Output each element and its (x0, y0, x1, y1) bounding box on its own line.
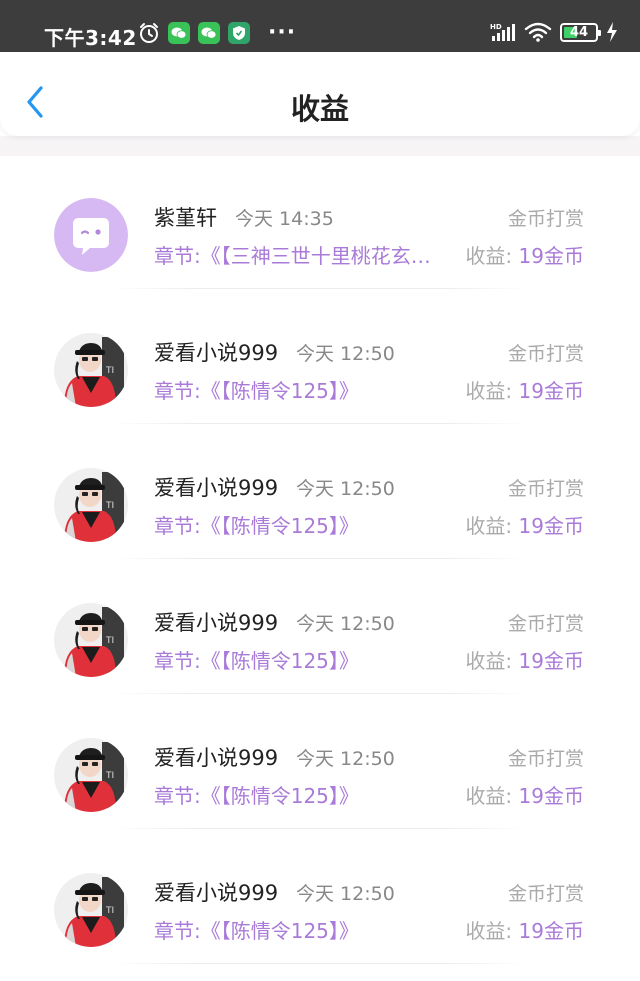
wechat-icon (198, 22, 220, 44)
network-label: HD (490, 23, 502, 31)
list-item[interactable]: TI 爱看小说999 今天 12:50 金币打赏章节:《【陈情令125】》 收益: 1… (0, 291, 640, 426)
battery-level: 44 (569, 24, 589, 40)
earnings-list: 紫堇轩 今天 14:35 金币打赏 章节:《【三神三世十里桃花玄… 收益: 19金币 T… (0, 156, 640, 966)
earnings-value: 19金币 (518, 514, 584, 538)
record-time: 今天 12:50 (296, 883, 395, 905)
earnings-value: 19金币 (518, 919, 584, 943)
status-bar: 下午3:42 ··· HD 44 (0, 0, 640, 52)
earnings-value: 19金币 (518, 649, 584, 673)
avatar[interactable]: TI (54, 603, 128, 677)
svg-text:TI: TI (105, 636, 114, 646)
user-name: 紫堇轩 (154, 206, 217, 230)
chapter-link[interactable]: 章节:《【陈情令125】》 (154, 510, 359, 539)
list-item[interactable]: TI 爱看小说999 今天 12:50 金币打赏章节:《【陈情令125】》 收益: 1… (0, 831, 640, 966)
user-name: 爱看小说999 (154, 881, 279, 905)
list-item[interactable]: TI 爱看小说999 今天 12:50 金币打赏章节:《【陈情令125】》 收益: 1… (0, 696, 640, 831)
earnings-amount: 收益: 19金币 (465, 510, 584, 539)
earnings-label: 收益: (465, 244, 519, 268)
row-divider (110, 288, 530, 289)
user-name: 爱看小说999 (154, 341, 279, 365)
svg-text:TI: TI (105, 366, 114, 376)
reward-type: 金币打赏 (507, 343, 584, 365)
earnings-amount: 收益: 19金币 (465, 780, 584, 809)
chapter-link[interactable]: 章节:《【陈情令125】》 (154, 645, 359, 674)
row-divider (110, 963, 530, 964)
row-divider (110, 693, 530, 694)
record-time: 今天 12:50 (296, 478, 395, 500)
user-name: 爱看小说999 (154, 611, 279, 635)
avatar[interactable]: TI (54, 873, 128, 947)
svg-text:TI: TI (105, 771, 114, 781)
signal-icon: HD (490, 23, 515, 41)
more-notifications-icon: ··· (268, 20, 297, 45)
record-time: 今天 12:50 (296, 343, 395, 365)
earnings-value: 19金币 (518, 379, 584, 403)
page-header: 收益 (0, 52, 640, 136)
earnings-amount: 收益: 19金币 (465, 375, 584, 404)
status-left-icons: ··· (138, 22, 296, 44)
svg-text:TI: TI (105, 906, 114, 916)
user-name: 爱看小说999 (154, 476, 279, 500)
earnings-label: 收益: (465, 649, 519, 673)
record-time: 今天 12:50 (296, 613, 395, 635)
battery-icon: 44 (560, 22, 601, 42)
list-item[interactable]: 紫堇轩 今天 14:35 金币打赏章节:《【三神三世十里桃花玄… 收益: 19金币 (0, 156, 640, 291)
record-time: 今天 12:50 (296, 748, 395, 770)
earnings-amount: 收益: 19金币 (465, 915, 584, 944)
user-name: 爱看小说999 (154, 746, 279, 770)
reward-type: 金币打赏 (507, 748, 584, 770)
wechat-icon (168, 22, 190, 44)
charging-icon (607, 22, 617, 42)
chapter-link[interactable]: 章节:《【陈情令125】》 (154, 375, 359, 404)
earnings-value: 19金币 (518, 244, 584, 268)
svg-text:TI: TI (105, 501, 114, 511)
reward-type: 金币打赏 (507, 883, 584, 905)
row-divider (110, 828, 530, 829)
earnings-amount: 收益: 19金币 (465, 645, 584, 674)
avatar[interactable]: TI (54, 333, 128, 407)
earnings-label: 收益: (465, 514, 519, 538)
reward-type: 金币打赏 (507, 613, 584, 635)
avatar[interactable]: TI (54, 468, 128, 542)
list-item[interactable]: TI 爱看小说999 今天 12:50 金币打赏章节:《【陈情令125】》 收益: 1… (0, 426, 640, 561)
avatar[interactable]: TI (54, 738, 128, 812)
reward-type: 金币打赏 (507, 478, 584, 500)
row-divider (110, 423, 530, 424)
chapter-link[interactable]: 章节:《【三神三世十里桃花玄… (154, 240, 431, 269)
chapter-link[interactable]: 章节:《【陈情令125】》 (154, 915, 359, 944)
earnings-label: 收益: (465, 379, 519, 403)
shield-icon (228, 22, 250, 44)
earnings-label: 收益: (465, 784, 519, 808)
record-time: 今天 14:35 (235, 208, 334, 230)
chapter-link[interactable]: 章节:《【陈情令125】》 (154, 780, 359, 809)
earnings-amount: 收益: 19金币 (465, 240, 584, 269)
alarm-icon (140, 23, 158, 43)
status-right-icons: HD 44 (490, 22, 618, 42)
list-item[interactable]: TI 爱看小说999 今天 12:50 金币打赏章节:《【陈情令125】》 收益: 1… (0, 561, 640, 696)
reward-type: 金币打赏 (507, 208, 584, 230)
page-title: 收益 (290, 92, 349, 126)
earnings-value: 19金币 (518, 784, 584, 808)
avatar[interactable] (54, 198, 128, 272)
earnings-label: 收益: (465, 919, 519, 943)
status-time: 下午3:42 (44, 26, 137, 50)
section-gap (0, 136, 640, 156)
row-divider (110, 558, 530, 559)
wifi-icon (524, 22, 552, 42)
